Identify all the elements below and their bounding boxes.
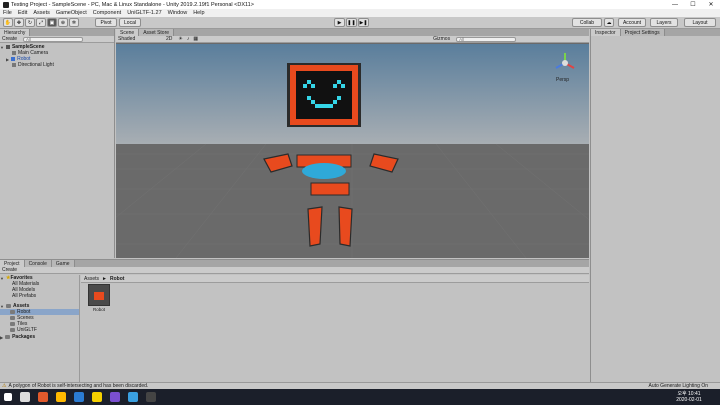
folder-icon: [5, 304, 11, 308]
layers-dropdown[interactable]: Layers: [650, 18, 678, 27]
hierarchy-item-directional-light[interactable]: Directional Light: [0, 62, 114, 68]
system-clock[interactable]: 오후 10:41 2020-02-01: [664, 391, 714, 403]
gameobject-icon: [12, 51, 16, 55]
hierarchy-search-input[interactable]: All: [23, 36, 84, 42]
account-dropdown[interactable]: Account: [618, 18, 646, 27]
menu-help[interactable]: Help: [193, 10, 204, 16]
close-button[interactable]: ✕: [702, 0, 720, 9]
custom-tool-icon[interactable]: ✲: [69, 18, 79, 27]
play-button[interactable]: ▶: [334, 18, 345, 27]
menu-bar: File Edit Assets GameObject Component Un…: [0, 9, 720, 17]
breadcrumb-robot[interactable]: Robot: [110, 276, 124, 282]
shading-mode-dropdown[interactable]: Shaded: [118, 36, 146, 42]
minimize-button[interactable]: —: [666, 0, 684, 9]
ground-plane: [116, 144, 589, 258]
menu-gameobject[interactable]: GameObject: [56, 10, 87, 16]
expand-triangle-icon: ▶: [6, 56, 10, 62]
rect-tool-icon[interactable]: ▣: [47, 18, 57, 27]
folder-item-unigltf[interactable]: UniGLTF: [0, 327, 79, 333]
step-button[interactable]: ▶❚: [358, 18, 369, 27]
expand-triangle-icon: ▼: [0, 44, 4, 50]
tab-inspector[interactable]: Inspector: [591, 29, 621, 36]
menu-edit[interactable]: Edit: [18, 10, 27, 16]
prefab-icon: [11, 57, 16, 61]
breadcrumb-assets[interactable]: Assets: [84, 276, 99, 282]
tab-project-settings[interactable]: Project Settings: [620, 29, 665, 36]
scene-viewport[interactable]: Persp: [116, 44, 589, 258]
move-tool-icon[interactable]: ✥: [14, 18, 24, 27]
local-toggle[interactable]: Local: [119, 18, 141, 27]
gameobject-icon: [12, 63, 16, 67]
scene-icon: [5, 45, 10, 49]
pivot-toggle[interactable]: Pivot: [95, 18, 117, 27]
robot-hips: [310, 182, 350, 196]
pause-button[interactable]: ❚❚: [346, 18, 357, 27]
folder-icon: [5, 335, 11, 339]
taskbar-app-icon[interactable]: [110, 392, 120, 402]
tab-console[interactable]: Console: [24, 260, 52, 267]
cloud-icon[interactable]: ☁: [604, 18, 614, 27]
layout-dropdown[interactable]: Layout: [684, 18, 716, 27]
folder-icon: [10, 310, 15, 314]
menu-assets[interactable]: Assets: [33, 10, 50, 16]
unity-taskbar-icon[interactable]: [146, 392, 156, 402]
kakaotalk-icon[interactable]: [92, 392, 102, 402]
robot-left-leg: [307, 206, 323, 247]
asset-label: Robot: [92, 307, 105, 312]
robot-body-core: [302, 163, 346, 179]
folder-icon: [10, 328, 15, 332]
robot-right-leg: [338, 206, 353, 247]
taskbar-app-icon[interactable]: [74, 392, 84, 402]
collab-dropdown[interactable]: Collab: [572, 18, 602, 27]
tab-asset-store[interactable]: Asset Store: [139, 29, 175, 36]
tab-scene[interactable]: Scene: [116, 29, 140, 36]
project-create-button[interactable]: Create: [2, 267, 17, 273]
main-toolbar: ✋ ✥ ↻ ⤢ ▣ ⊕ ✲ Pivot Local ▶ ❚❚ ▶❚ Collab…: [0, 17, 720, 29]
status-bar: ⚠ A polygon of Robot is self-intersectin…: [0, 382, 720, 389]
task-view-icon[interactable]: [20, 392, 30, 402]
unity-logo-icon: [3, 1, 9, 8]
robot-prefab-thumbnail[interactable]: [88, 284, 110, 306]
file-explorer-icon[interactable]: [56, 392, 66, 402]
menu-unigltf[interactable]: UniGLTF-1.27: [127, 10, 161, 16]
title-bar: Testing Project - SampleScene - PC, Mac …: [0, 0, 720, 9]
windows-taskbar: 오후 10:41 2020-02-01: [0, 389, 720, 405]
2d-toggle[interactable]: 2D: [166, 36, 172, 42]
menu-window[interactable]: Window: [168, 10, 188, 16]
transform-tool-icon[interactable]: ⊕: [58, 18, 68, 27]
tab-project[interactable]: Project: [0, 260, 25, 267]
hand-tool-icon[interactable]: ✋: [3, 18, 13, 27]
robot-face-screen: [296, 71, 352, 119]
tab-hierarchy[interactable]: Hierarchy: [0, 29, 31, 36]
tab-game[interactable]: Game: [51, 260, 75, 267]
rotate-tool-icon[interactable]: ↻: [25, 18, 35, 27]
maximize-button[interactable]: ☐: [684, 0, 702, 9]
folder-icon: [10, 322, 15, 326]
window-title: Testing Project - SampleScene - PC, Mac …: [11, 1, 254, 8]
breadcrumb: Assets ► Robot: [81, 275, 589, 283]
favorite-item[interactable]: All Prefabs: [0, 293, 79, 299]
scene-view-panel: Scene Asset Store Shaded 2D ☀ ♪ ▦ Gizmos…: [116, 29, 589, 258]
taskbar-app-icon[interactable]: [128, 392, 138, 402]
audio-toggle-icon[interactable]: ♪: [187, 36, 190, 42]
packages-row[interactable]: ▶ Packages: [0, 334, 79, 340]
windows-start-icon[interactable]: [4, 393, 12, 401]
scene-search-input[interactable]: All: [456, 36, 517, 42]
brave-browser-icon[interactable]: [38, 392, 48, 402]
project-panel: Project Console Game Create ▼ ★ Favorites…: [0, 259, 589, 383]
hierarchy-create-button[interactable]: Create: [2, 36, 17, 42]
scale-tool-icon[interactable]: ⤢: [36, 18, 46, 27]
menu-component[interactable]: Component: [93, 10, 121, 16]
gizmos-dropdown[interactable]: Gizmos: [433, 36, 450, 42]
project-folder-tree: ▼ ★ Favorites All Materials All Models Al…: [0, 275, 80, 383]
hierarchy-panel: Hierarchy Create All ▼ SampleScene Main …: [0, 29, 115, 258]
menu-file[interactable]: File: [3, 10, 12, 16]
persp-label[interactable]: Persp: [556, 77, 569, 83]
lighting-toggle-icon[interactable]: ☀: [178, 36, 182, 42]
inspector-panel: Inspector Project Settings: [590, 29, 720, 382]
folder-icon: [10, 316, 15, 320]
effects-toggle-icon[interactable]: ▦: [193, 36, 198, 42]
